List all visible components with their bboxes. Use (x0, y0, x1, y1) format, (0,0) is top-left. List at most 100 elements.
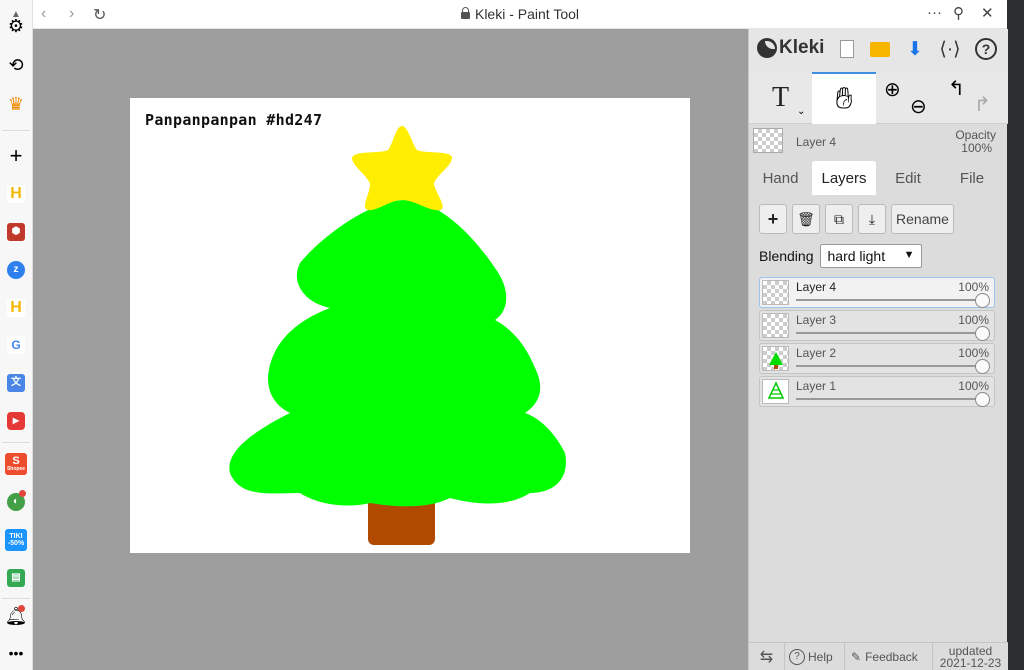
updated-info[interactable]: updated 2021-12-23 (933, 643, 1008, 670)
download-icon[interactable]: ⬇ (903, 37, 927, 61)
swap-side-icon[interactable]: ⇆ (749, 643, 785, 670)
tree-thumbnail-icon (768, 352, 783, 369)
tab-file[interactable]: File (940, 161, 1004, 195)
text-tool-icon: T (771, 82, 790, 113)
tiki-icon[interactable]: TIKI -50% (4, 528, 28, 552)
layer-thumbnail (762, 313, 789, 338)
layer-row[interactable]: Layer 4 100% (759, 277, 995, 308)
hotel-icon[interactable]: H (4, 182, 28, 206)
layer-row[interactable]: Layer 2 100% (759, 343, 995, 374)
current-layer-name: Layer 4 (796, 135, 837, 149)
opacity-slider-handle[interactable] (975, 326, 990, 341)
window-title: Kleki - Paint Tool (474, 6, 579, 22)
redo-icon[interactable]: ↱ (974, 92, 991, 117)
merge-down-icon: ⤓ (868, 210, 876, 227)
tool-bar: T ⌄ ✋︎ ⊕ ⊖ ↰ ↱ (749, 72, 1008, 124)
feedback-label: Feedback (865, 650, 918, 664)
blending-row: Blending hard light ▼ (759, 244, 922, 268)
rename-button[interactable]: Rename (891, 204, 954, 234)
undo-icon[interactable]: ↰ (948, 76, 965, 101)
tab-layers[interactable]: Layers (812, 161, 876, 195)
settings-icon[interactable]: ⚙ (4, 14, 28, 38)
opacity-slider-track[interactable] (796, 398, 982, 400)
crown-icon[interactable]: ♛ (4, 92, 28, 116)
zoom-out-icon[interactable]: ⊖ (910, 94, 927, 119)
add-icon[interactable]: + (4, 143, 28, 168)
hotel-icon[interactable]: H (4, 296, 28, 320)
zoom-tools: ⊕ ⊖ (876, 72, 940, 124)
help-link[interactable]: ? Help (785, 643, 845, 670)
opacity-slider-track[interactable] (796, 332, 982, 334)
tree-foliage (229, 200, 566, 507)
lock-icon (460, 7, 470, 19)
undo-redo-tools: ↰ ↱ (940, 72, 1008, 124)
opacity-slider-track[interactable] (796, 299, 982, 301)
open-folder-icon[interactable] (868, 37, 892, 61)
opacity-slider-handle[interactable] (975, 293, 990, 308)
chevron-down-icon[interactable]: ⌄ (797, 106, 805, 117)
zalo-icon[interactable]: z (4, 258, 28, 282)
delete-layer-button[interactable]: 🗑︎ (792, 204, 820, 234)
more-options-icon[interactable]: ··· (927, 4, 942, 21)
chevron-down-icon: ▼ (903, 249, 915, 261)
drawing-canvas[interactable]: Panpanpanpan #hd247 (130, 98, 690, 553)
close-icon[interactable]: ✕ (981, 4, 994, 22)
palette-icon[interactable]: ◐ (4, 490, 28, 514)
shopee-icon[interactable]: S Shopee (4, 452, 28, 476)
pin-icon[interactable]: ⚲ (953, 4, 964, 22)
app-logo[interactable]: Kleki (757, 37, 824, 59)
layer-opacity: 100% (958, 379, 989, 393)
opacity-slider-track[interactable] (796, 365, 982, 367)
history-icon[interactable]: ⟲ (4, 53, 28, 77)
current-layer-thumbnail (753, 128, 783, 153)
sidebar-divider (2, 130, 30, 131)
translate-icon[interactable]: 文 (4, 371, 28, 395)
tab-edit[interactable]: Edit (876, 161, 940, 195)
canvas-stage[interactable]: Panpanpanpan #hd247 (33, 29, 748, 670)
right-edge-strip (1007, 0, 1024, 670)
opacity-value: 100% (961, 141, 992, 155)
help-label: Help (808, 650, 833, 664)
panel-header: Kleki ⬇ ⟨·⟩ ? (749, 29, 1008, 72)
shopee-label: Shopee (6, 466, 26, 472)
layer-name: Layer 1 (796, 379, 837, 393)
layer-name: Layer 4 (796, 280, 837, 294)
tree-drawing (229, 126, 566, 545)
new-file-icon[interactable] (835, 37, 859, 61)
browser-sidebar: ▲ ⚙ ⟲ ♛ + H ⬢ z H G 文 ▶ S Shopee ◐ TIKI -… (0, 0, 33, 670)
layer-name: Layer 2 (796, 346, 837, 360)
share-icon[interactable]: ⟨·⟩ (938, 37, 962, 61)
updated-date: 2021-12-23 (939, 656, 1002, 670)
hand-tool[interactable]: ✋︎ (812, 72, 876, 124)
layer-row[interactable]: Layer 3 100% (759, 310, 995, 341)
canvas-text: Panpanpanpan #hd247 (145, 111, 323, 129)
text-tool[interactable]: T ⌄ (749, 72, 812, 124)
layer-name: Layer 3 (796, 313, 837, 327)
hand-icon: ✋︎ (835, 82, 853, 115)
title-bar: ‹ › ↻ Kleki - Paint Tool ··· ⚲ ✕ (33, 0, 1007, 29)
shield-icon[interactable]: ⬢ (4, 220, 28, 244)
youtube-icon[interactable]: ▶ (4, 409, 28, 433)
sidebar-divider (2, 598, 30, 599)
app-name: Kleki (779, 37, 825, 58)
layer-opacity: 100% (958, 346, 989, 360)
merge-layer-button[interactable]: ⤓ (858, 204, 886, 234)
opacity-slider-handle[interactable] (975, 392, 990, 407)
google-icon[interactable]: G (4, 333, 28, 357)
layer-opacity: 100% (958, 280, 989, 294)
bell-icon[interactable]: 🔔︎ (4, 604, 28, 628)
opacity-slider-handle[interactable] (975, 359, 990, 374)
panel-tabs: Hand Layers Edit File (749, 161, 1008, 195)
add-layer-button[interactable]: + (759, 204, 787, 234)
layer-row[interactable]: Layer 1 100% (759, 376, 995, 407)
more-icon[interactable]: ••• (4, 641, 28, 665)
zoom-in-icon[interactable]: ⊕ (884, 77, 901, 102)
sheets-icon[interactable]: ▤ (4, 566, 28, 590)
help-icon[interactable]: ? (974, 37, 998, 61)
blending-select[interactable]: hard light ▼ (819, 244, 922, 268)
tab-hand[interactable]: Hand (749, 161, 812, 195)
duplicate-layer-button[interactable]: ⧉ (825, 204, 853, 234)
duplicate-icon: ⧉ (834, 210, 844, 227)
feedback-link[interactable]: ✎ Feedback (845, 643, 933, 670)
layer-thumbnail (762, 280, 789, 305)
